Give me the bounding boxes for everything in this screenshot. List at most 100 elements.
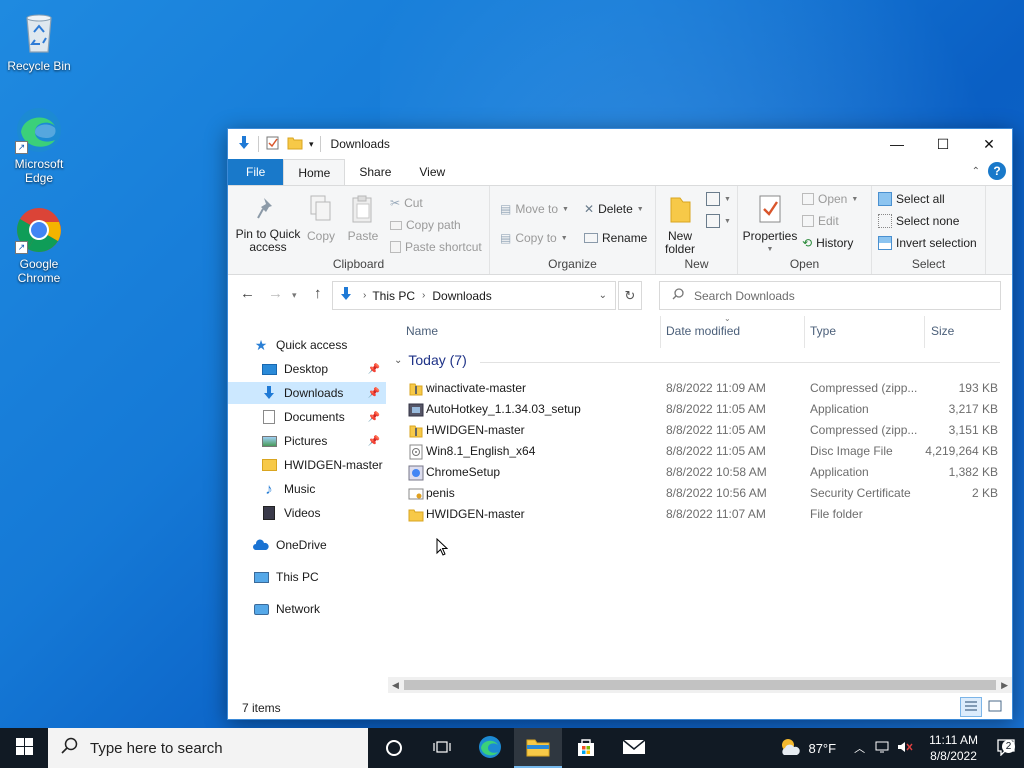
forward-arrow-icon[interactable]: → <box>268 285 283 302</box>
ribbon: Pin to Quick access Copy Paste ✂ Cut Copy… <box>228 185 1012 275</box>
nav-network[interactable]: Network <box>228 598 386 620</box>
tray-overflow-chevron-icon[interactable]: ︿ <box>854 740 865 756</box>
action-center-button[interactable]: 2 <box>988 728 1024 768</box>
breadcrumb-downloads[interactable]: Downloads <box>432 289 491 303</box>
taskbar-mail-button[interactable] <box>610 728 658 768</box>
copy-path-button[interactable]: Copy path <box>390 218 461 232</box>
taskbar-search-box[interactable]: Type here to search <box>48 728 368 768</box>
minimize-button[interactable]: — <box>874 129 920 159</box>
group-header-today[interactable]: ⌄ Today (7) <box>394 352 467 368</box>
title-bar[interactable]: ▾ Downloads — ☐ ✕ <box>228 129 1012 159</box>
rename-button[interactable]: Rename <box>584 231 647 245</box>
desktop-icon-chrome[interactable]: ↗ Google Chrome <box>1 206 77 285</box>
copy-button[interactable]: Copy <box>304 194 338 243</box>
select-none-button[interactable]: Select none <box>878 214 959 228</box>
pin-icon: 📌 <box>367 363 380 375</box>
large-icons-view-button[interactable] <box>984 697 1006 717</box>
invert-selection-button[interactable]: Invert selection <box>878 236 977 250</box>
nav-videos[interactable]: Videos <box>228 502 386 524</box>
navigation-pane: ★ Quick access Desktop 📌 Downloads 📌 Doc… <box>228 316 386 696</box>
scroll-left-arrow-icon[interactable]: ◀ <box>392 677 399 693</box>
start-button[interactable] <box>0 728 48 768</box>
nav-quick-access[interactable]: ★ Quick access <box>228 334 386 356</box>
cut-button[interactable]: ✂ Cut <box>390 196 423 210</box>
edit-button[interactable]: Edit <box>802 214 839 228</box>
back-arrow-icon[interactable]: ← <box>240 285 255 302</box>
help-icon[interactable]: ? <box>988 162 1006 180</box>
nav-this-pc[interactable]: This PC <box>228 566 386 588</box>
network-tray-icon[interactable] <box>875 740 891 757</box>
paste-button[interactable]: Paste <box>346 194 380 243</box>
nav-pictures[interactable]: Pictures 📌 <box>228 430 386 452</box>
column-header-date[interactable]: Date modified <box>666 324 740 338</box>
desktop-icon-edge[interactable]: ↗ Microsoft Edge <box>1 106 77 185</box>
tab-view[interactable]: View <box>405 159 459 185</box>
new-folder-button[interactable]: New folder <box>660 194 700 256</box>
delete-button[interactable]: ✕ Delete ▼ <box>584 202 644 216</box>
tab-share[interactable]: Share <box>345 159 405 185</box>
properties-button[interactable]: Properties ▼ <box>742 194 798 256</box>
new-folder-qat-icon[interactable] <box>287 135 303 154</box>
nav-desktop[interactable]: Desktop 📌 <box>228 358 386 380</box>
volume-muted-icon[interactable] <box>897 740 913 757</box>
nav-onedrive[interactable]: OneDrive <box>228 534 386 556</box>
column-header-size[interactable]: Size <box>931 324 954 338</box>
nav-hwidgen-master[interactable]: HWIDGEN-master <box>228 454 386 476</box>
open-button[interactable]: Open ▼ <box>802 192 858 206</box>
documents-icon <box>260 409 278 425</box>
desktop-icon-recycle-bin[interactable]: Recycle Bin <box>1 8 77 73</box>
weather-temperature[interactable]: 87°F <box>808 741 836 756</box>
paste-icon <box>346 194 380 227</box>
file-row[interactable]: HWIDGEN-master 8/8/2022 11:05 AM Compres… <box>388 420 1008 441</box>
nav-downloads[interactable]: Downloads 📌 <box>228 382 386 404</box>
nav-music[interactable]: ♪ Music <box>228 478 386 500</box>
maximize-button[interactable]: ☐ <box>920 129 966 159</box>
edge-icon: ↗ <box>15 106 63 154</box>
taskbar-store-button[interactable] <box>562 728 610 768</box>
taskbar-clock[interactable]: 11:11 AM 8/8/2022 <box>929 732 978 764</box>
chrome-icon: ↗ <box>15 206 63 254</box>
select-all-button[interactable]: Select all <box>878 192 945 206</box>
task-view-button[interactable] <box>418 728 466 768</box>
file-row[interactable]: penis 8/8/2022 10:56 AM Security Certifi… <box>388 483 1008 504</box>
taskbar-edge-button[interactable] <box>466 728 514 768</box>
scrollbar-thumb[interactable] <box>404 680 996 690</box>
copy-to-icon: ▤ <box>500 231 512 245</box>
breadcrumb-this-pc[interactable]: This PC <box>372 289 415 303</box>
customize-qat-chevron-icon[interactable]: ▾ <box>309 139 314 150</box>
taskbar-file-explorer-button[interactable] <box>514 728 562 768</box>
column-header-name[interactable]: Name <box>406 324 438 338</box>
up-arrow-icon[interactable]: ↑ <box>314 285 322 302</box>
horizontal-scrollbar[interactable]: ◀ ▶ <box>388 677 1012 693</box>
address-dropdown-chevron-icon[interactable]: ⌄ <box>599 290 607 301</box>
scroll-right-arrow-icon[interactable]: ▶ <box>1001 677 1008 693</box>
tab-home[interactable]: Home <box>283 159 346 185</box>
file-row[interactable]: HWIDGEN-master 8/8/2022 11:07 AM File fo… <box>388 504 1008 525</box>
cortana-button[interactable] <box>370 728 418 768</box>
collapse-ribbon-chevron-icon[interactable]: ⌃ <box>972 166 980 177</box>
close-button[interactable]: ✕ <box>966 129 1012 159</box>
properties-qat-icon[interactable] <box>265 135 281 154</box>
move-to-button[interactable]: ▤ Move to ▼ <box>500 202 569 216</box>
file-row[interactable]: winactivate-master 8/8/2022 11:09 AM Com… <box>388 378 1008 399</box>
file-row[interactable]: ChromeSetup 8/8/2022 10:58 AM Applicatio… <box>388 462 1008 483</box>
tab-file[interactable]: File <box>228 159 284 185</box>
refresh-button[interactable]: ↻ <box>618 281 642 310</box>
nav-documents[interactable]: Documents 📌 <box>228 406 386 428</box>
weather-sun-cloud-icon[interactable] <box>778 737 802 760</box>
history-button[interactable]: ⟲ History <box>802 236 853 250</box>
details-view-button[interactable] <box>960 697 982 717</box>
address-bar[interactable]: › This PC › Downloads ⌄ <box>332 281 616 310</box>
copy-to-button[interactable]: ▤ Copy to ▼ <box>500 231 568 245</box>
file-row[interactable]: AutoHotkey_1.1.34.03_setup 8/8/2022 11:0… <box>388 399 1008 420</box>
pin-quick-access-button[interactable]: Pin to Quick access <box>234 196 302 254</box>
edit-icon <box>802 215 814 227</box>
address-row: ← → ▾ ↑ › This PC › Downloads ⌄ ↻ Search… <box>228 275 1012 315</box>
paste-shortcut-button[interactable]: Paste shortcut <box>390 240 482 254</box>
easy-access-button[interactable]: ▼ <box>706 214 731 228</box>
column-header-type[interactable]: Type <box>810 324 836 338</box>
recent-locations-chevron-icon[interactable]: ▾ <box>292 290 297 301</box>
new-item-button[interactable]: ▼ <box>706 192 731 206</box>
file-row[interactable]: Win8.1_English_x64 8/8/2022 11:05 AM Dis… <box>388 441 1008 462</box>
search-input[interactable]: Search Downloads <box>659 281 1001 310</box>
